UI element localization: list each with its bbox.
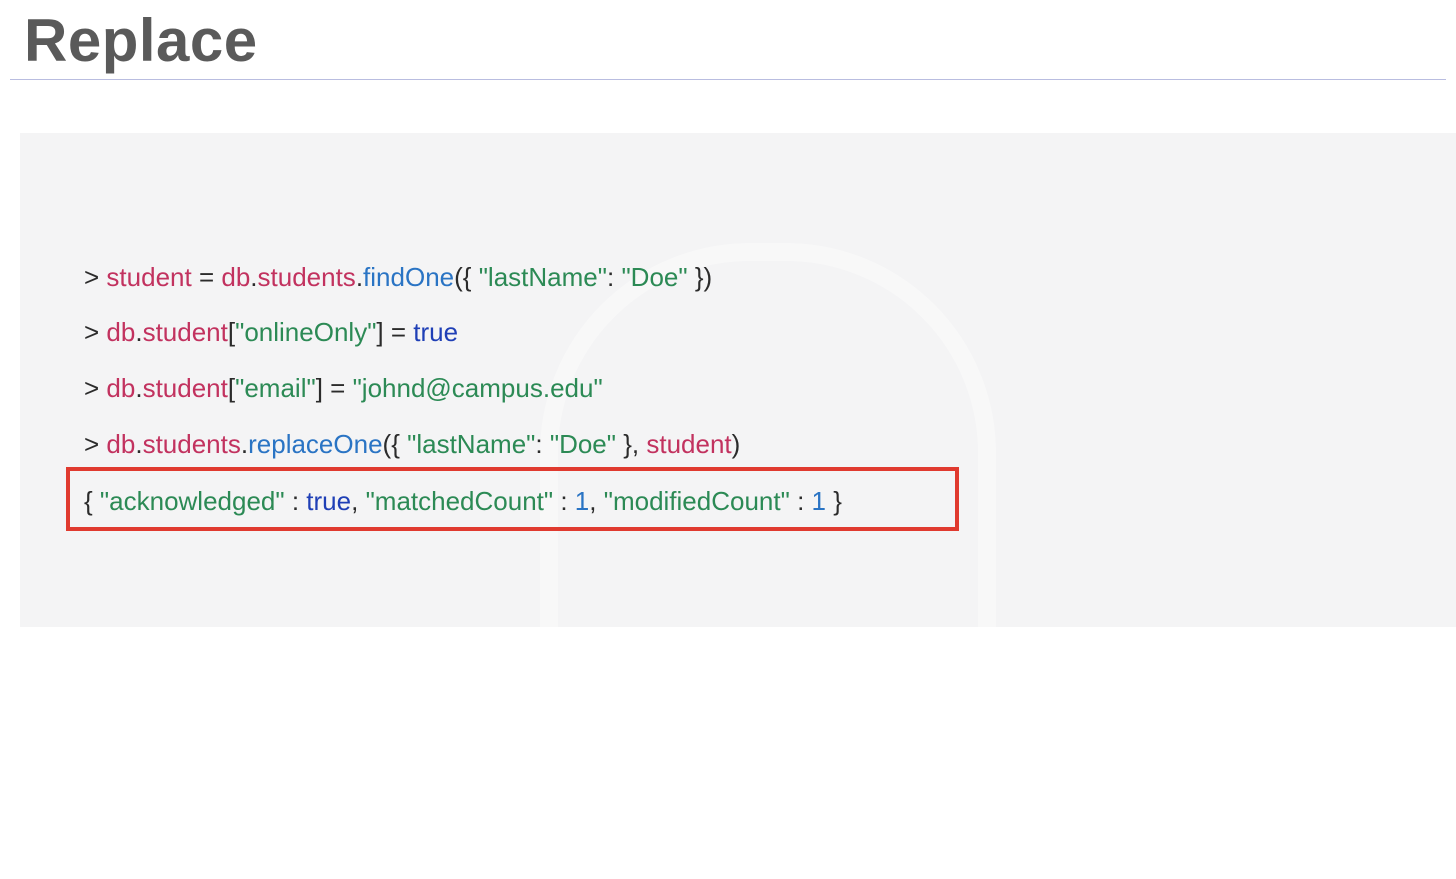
code-token-punc: > bbox=[84, 262, 107, 292]
code-line-set-online-only: > db.student["onlineOnly"] = true bbox=[84, 315, 458, 349]
code-line-set-email: > db.student["email"] = "johnd@campus.ed… bbox=[84, 371, 603, 405]
code-token-punc: . bbox=[135, 373, 143, 403]
code-token-punc: . bbox=[135, 429, 143, 459]
code-token-var: student bbox=[142, 373, 228, 403]
code-token-punc: > bbox=[84, 429, 107, 459]
code-token-punc: }, bbox=[616, 429, 647, 459]
code-token-var: db bbox=[106, 429, 136, 459]
code-token-punc: = bbox=[191, 262, 222, 292]
code-token-punc: ) bbox=[731, 429, 741, 459]
code-token-str: "lastName" bbox=[478, 262, 607, 292]
code-token-fn: findOne bbox=[363, 262, 455, 292]
code-line-find-one: > student = db.students.findOne({ "lastN… bbox=[84, 260, 712, 294]
code-token-punc: ] = bbox=[315, 373, 353, 403]
code-token-kw: true bbox=[413, 317, 459, 347]
code-token-punc: . bbox=[355, 262, 364, 292]
code-token-var: student bbox=[106, 262, 192, 292]
background-watermark bbox=[540, 243, 996, 879]
code-token-punc: > bbox=[84, 317, 107, 347]
code-token-var: db bbox=[106, 317, 136, 347]
code-token-punc: : bbox=[535, 429, 550, 459]
code-token-str: "Doe" bbox=[621, 262, 688, 292]
code-token-punc: . bbox=[135, 317, 143, 347]
code-token-var: students bbox=[142, 429, 241, 459]
result-highlight-box bbox=[66, 467, 959, 531]
code-token-punc: }) bbox=[687, 262, 713, 292]
code-token-str: "lastName" bbox=[407, 429, 536, 459]
code-line-replace-one: > db.students.replaceOne({ "lastName": "… bbox=[84, 427, 740, 461]
code-token-var: db bbox=[221, 262, 251, 292]
code-token-var: student bbox=[646, 429, 732, 459]
code-token-punc: . bbox=[250, 262, 258, 292]
code-token-str: "email" bbox=[235, 373, 316, 403]
code-token-punc: ({ bbox=[382, 429, 408, 459]
code-token-fn: replaceOne bbox=[248, 429, 383, 459]
slide-title: Replace bbox=[24, 7, 258, 74]
code-token-str: "onlineOnly" bbox=[235, 317, 377, 347]
code-token-punc: ] = bbox=[376, 317, 414, 347]
code-token-punc: : bbox=[606, 262, 622, 292]
code-token-var: students bbox=[257, 262, 356, 292]
code-token-punc: > bbox=[84, 373, 107, 403]
title-divider bbox=[10, 79, 1446, 80]
code-token-var: student bbox=[142, 317, 228, 347]
code-token-str: "Doe" bbox=[549, 429, 616, 459]
code-token-str: "johnd@campus.edu" bbox=[352, 373, 603, 403]
code-token-var: db bbox=[106, 373, 136, 403]
code-token-punc: ({ bbox=[454, 262, 479, 292]
